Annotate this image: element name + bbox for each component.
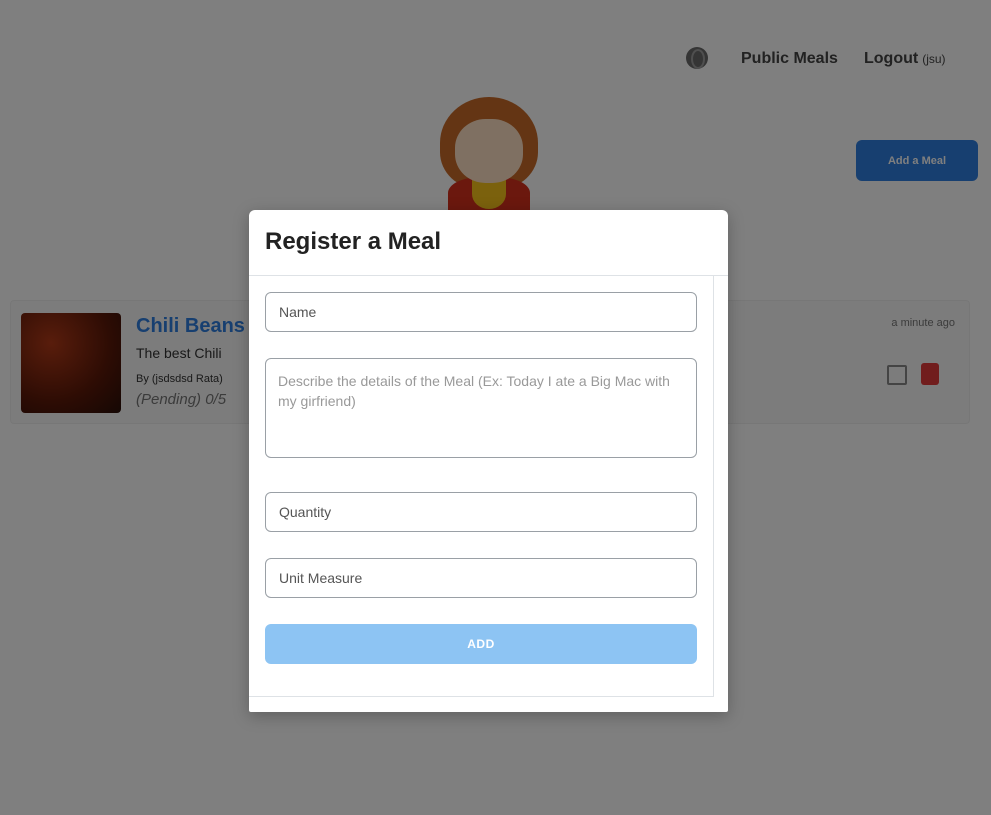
add-button[interactable]: ADD bbox=[265, 624, 697, 664]
name-input[interactable] bbox=[265, 292, 697, 332]
modal-header: Register a Meal bbox=[249, 210, 728, 276]
register-meal-modal: Register a Meal ADD bbox=[249, 210, 728, 712]
description-textarea[interactable] bbox=[265, 358, 697, 458]
quantity-input[interactable] bbox=[265, 492, 697, 532]
modal-title: Register a Meal bbox=[265, 228, 442, 255]
unit-measure-input[interactable] bbox=[265, 558, 697, 598]
modal-body: ADD bbox=[249, 276, 714, 697]
